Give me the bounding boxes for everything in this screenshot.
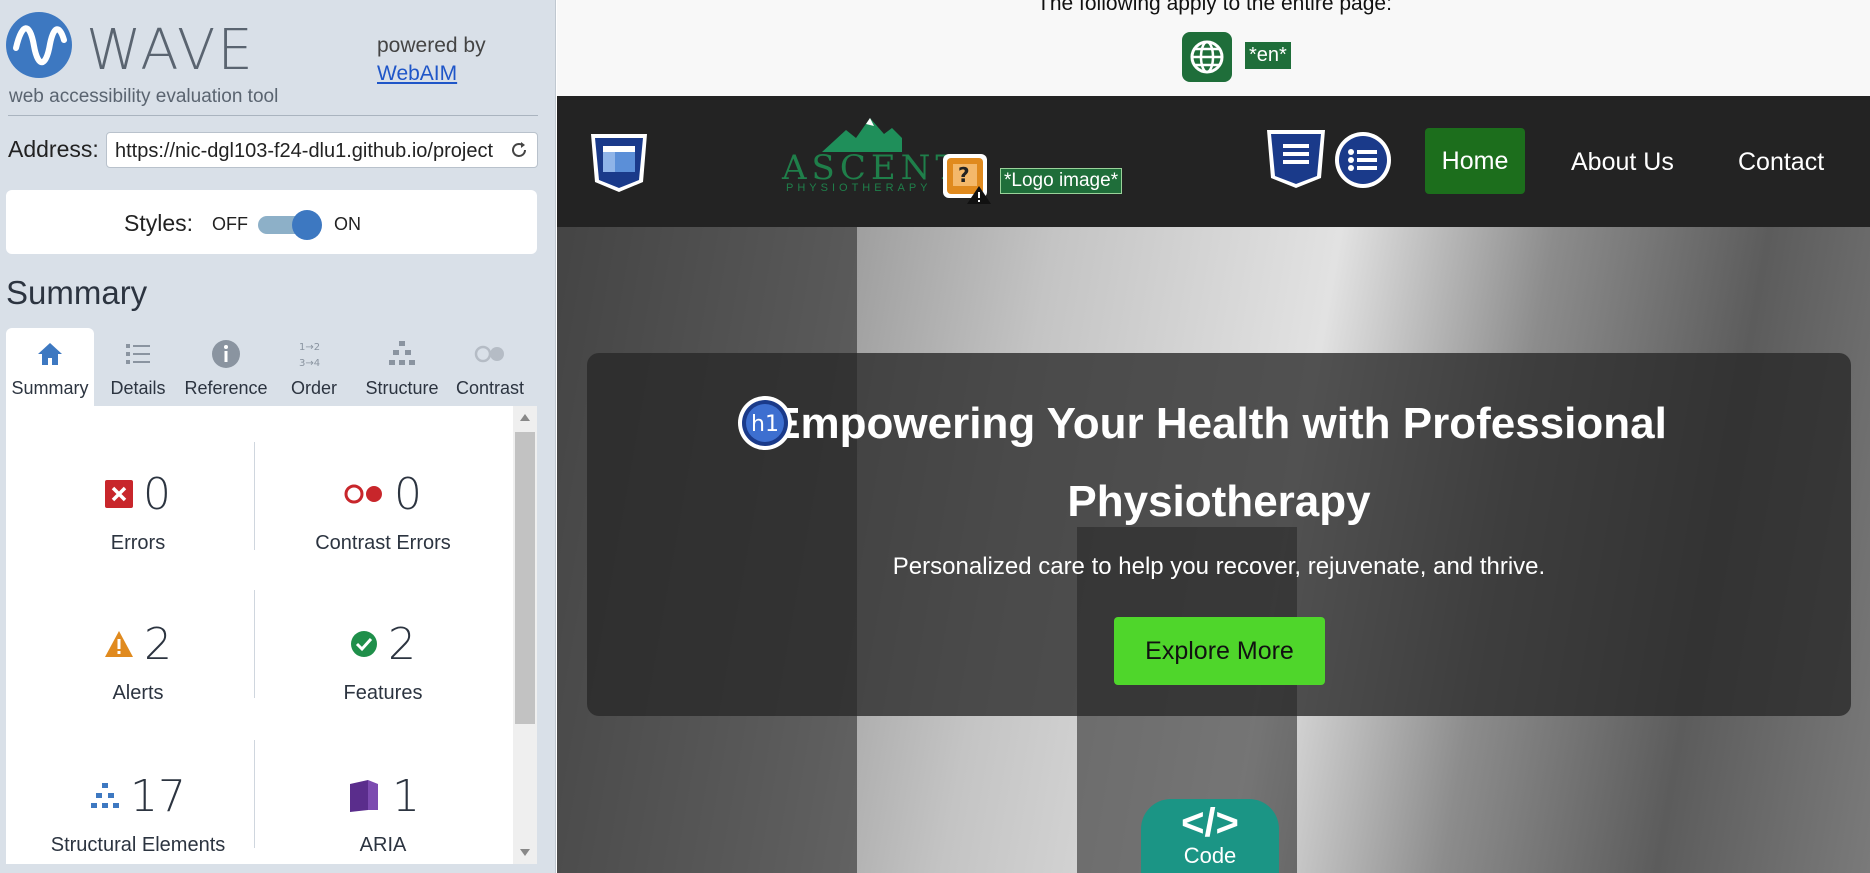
suspicious-alt-alert-icon[interactable]: ? — [941, 152, 993, 206]
list-icon — [126, 344, 150, 364]
nav-contact-link[interactable]: Contact — [1738, 148, 1824, 177]
tab-summary[interactable]: Summary — [6, 328, 94, 406]
hero-card: Empowering Your Health with Professional… — [587, 353, 1851, 716]
tab-label: Reference — [184, 378, 268, 398]
app-root: WAVE web accessibility evaluation tool p… — [0, 0, 1870, 873]
styles-card: Styles: OFF ON — [6, 190, 537, 254]
logo-alt-tag[interactable]: *Logo image* — [1000, 168, 1123, 194]
wave-sidebar: WAVE web accessibility evaluation tool p… — [0, 0, 556, 873]
stat-row: 2 — [18, 618, 258, 670]
errors-count: 0 — [143, 468, 171, 520]
errors-label: Errors — [110, 532, 166, 554]
aria-label: ARIA — [359, 834, 407, 856]
code-toggle-badge[interactable]: </> Code — [1141, 799, 1279, 873]
globe-icon[interactable] — [1182, 32, 1232, 82]
wave-tagline: web accessibility evaluation tool — [9, 86, 279, 107]
tab-label: Details — [110, 378, 166, 398]
site-logo[interactable]: ASCENT PHYSIOTHERAPY — [782, 114, 958, 194]
h1-badge-text: h1 — [751, 412, 779, 437]
summary-panel: 0 Errors 0 Contrast Errors 2 Alerts 2 Fe… — [6, 406, 537, 864]
page-level-strip: The following apply to the entire page: … — [557, 0, 1870, 96]
structural-count: 17 — [130, 770, 186, 822]
wave-wordmark: WAVE — [86, 18, 255, 83]
contrast-errors-count: 0 — [394, 468, 422, 520]
features-label: Features — [343, 682, 423, 704]
nav-home-link[interactable]: Home — [1425, 128, 1525, 194]
toggle-knob — [292, 210, 322, 240]
tab-label: Summary — [11, 378, 89, 398]
evaluated-page: The following apply to the entire page: … — [557, 0, 1870, 873]
styles-label: Styles: — [124, 210, 194, 236]
logo-subtext: PHYSIOTHERAPY — [786, 182, 932, 194]
sidebar-divider — [8, 115, 538, 116]
styles-on-label: ON — [334, 214, 361, 234]
styles-off-label: OFF — [212, 214, 248, 234]
stat-row: 1 — [263, 770, 503, 822]
svg-text:1→2: 1→2 — [299, 342, 320, 353]
language-tag[interactable]: *en* — [1245, 42, 1291, 69]
structural-label: Structural Elements — [50, 834, 226, 856]
site-navbar: ASCENT PHYSIOTHERAPY ? *Logo image* Home… — [557, 96, 1870, 227]
error-icon — [105, 480, 133, 508]
code-icon: </> — [1181, 801, 1239, 845]
tab-reference[interactable]: Reference — [182, 328, 270, 406]
explore-more-button[interactable]: Explore More — [1114, 617, 1325, 685]
h1-heading-icon[interactable]: h1 — [737, 395, 793, 451]
tab-label: Structure — [365, 378, 439, 398]
unordered-list-icon[interactable] — [1333, 130, 1393, 190]
page-level-note: The following apply to the entire page: — [1037, 0, 1392, 15]
stat-row: 2 — [263, 618, 503, 670]
reload-icon[interactable] — [509, 140, 529, 160]
feature-icon — [351, 631, 377, 657]
tab-structure[interactable]: Structure — [358, 328, 446, 406]
aria-icon — [350, 780, 378, 812]
code-label: Code — [1183, 843, 1237, 868]
tab-details[interactable]: Details — [94, 328, 182, 406]
scroll-up-arrow-icon[interactable] — [520, 414, 530, 421]
tab-contrast[interactable]: Contrast — [446, 328, 534, 406]
webaim-link[interactable]: WebAIM — [377, 60, 486, 88]
info-icon — [212, 340, 240, 368]
hero-heading: Empowering Your Health with Professional… — [771, 399, 1667, 526]
contrast-errors-label: Contrast Errors — [315, 532, 451, 554]
stat-row: 17 — [18, 770, 258, 822]
panel-tabs: Summary Details Reference 1→2 3→4 Order … — [6, 328, 537, 406]
header-region-icon[interactable] — [587, 130, 651, 194]
powered-by-label: powered by — [377, 34, 486, 57]
scroll-thumb[interactable] — [515, 432, 535, 724]
hero-subtitle: Personalized care to help you recover, r… — [892, 553, 1546, 580]
alert-icon — [105, 631, 133, 657]
home-icon — [38, 343, 62, 365]
navigation-region-icon[interactable] — [1263, 126, 1329, 192]
address-value[interactable]: https://nic-dgl103-f24-dlu1.github.io/pr… — [115, 140, 499, 163]
address-label: Address: — [8, 136, 99, 162]
address-bar: Address: https://nic-dgl103-f24-dlu1.git… — [8, 132, 538, 168]
alerts-label: Alerts — [112, 682, 164, 704]
powered-by: powered by WebAIM — [377, 32, 486, 88]
wave-logo-icon — [6, 12, 72, 78]
contrast-icon — [474, 345, 504, 363]
aria-count: 1 — [392, 770, 420, 822]
structure-icon — [389, 341, 415, 365]
structural-icon — [91, 783, 119, 808]
tab-order[interactable]: 1→2 3→4 Order — [270, 328, 358, 406]
address-input[interactable]: https://nic-dgl103-f24-dlu1.github.io/pr… — [106, 132, 538, 168]
stat-row: 0 — [263, 468, 503, 520]
panel-scrollbar[interactable] — [513, 406, 537, 864]
order-icon: 1→2 3→4 — [299, 342, 320, 369]
scroll-down-arrow-icon[interactable] — [520, 849, 530, 856]
styles-toggle[interactable] — [258, 210, 322, 240]
tab-label: Contrast — [455, 378, 525, 398]
hero-section: Empowering Your Health with Professional… — [557, 227, 1870, 873]
alerts-count: 2 — [144, 618, 172, 670]
wave-brand: WAVE web accessibility evaluation tool — [6, 12, 279, 112]
tab-label: Order — [290, 378, 337, 398]
svg-text:3→4: 3→4 — [299, 358, 320, 369]
svg-text:?: ? — [958, 163, 970, 187]
features-count: 2 — [388, 618, 416, 670]
nav-about-link[interactable]: About Us — [1571, 148, 1674, 177]
summary-heading: Summary — [6, 274, 148, 311]
contrast-error-icon — [344, 484, 382, 504]
stat-row: 0 — [18, 468, 258, 520]
